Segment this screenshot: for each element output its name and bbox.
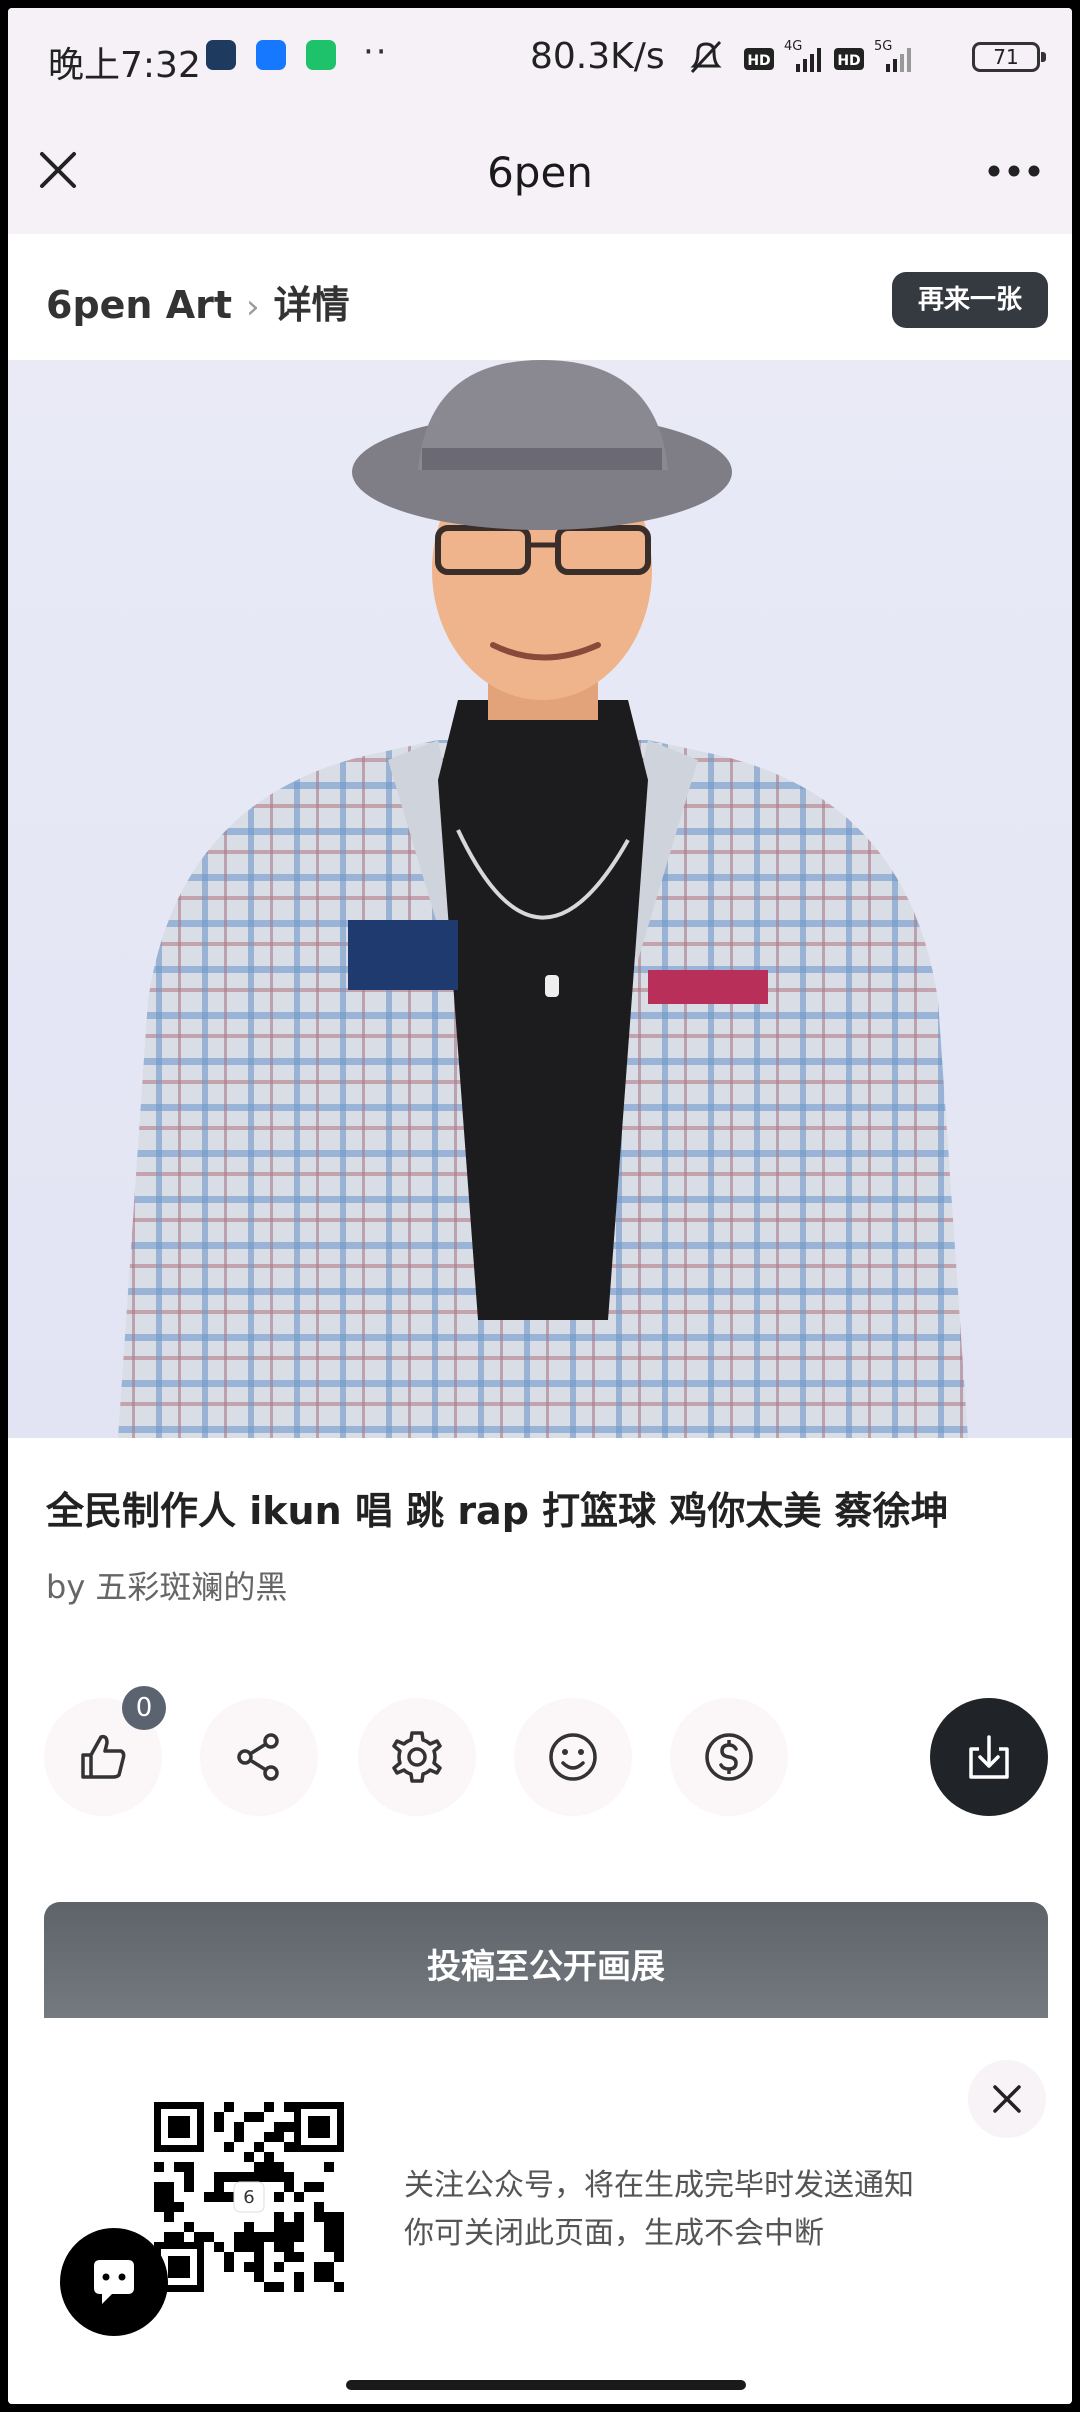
- status-time: 晚上7:32: [48, 45, 201, 86]
- svg-text:4G: 4G: [784, 39, 802, 54]
- chat-button[interactable]: [60, 2228, 168, 2336]
- follow-notice-line1: 关注公众号，将在生成完毕时发送通知: [404, 2168, 914, 2203]
- settings-button[interactable]: [358, 1698, 476, 1816]
- qr-code: 6: [154, 2102, 344, 2292]
- breadcrumb: 6pen Art › 详情: [46, 274, 350, 329]
- emoji-button[interactable]: [514, 1698, 632, 1816]
- alipay-notification-icon: [256, 40, 286, 70]
- chat-bubble-icon: [94, 2260, 134, 2304]
- download-button[interactable]: [930, 1698, 1048, 1816]
- wechat-notification-icon: [306, 40, 336, 70]
- page-title: 6pen: [487, 148, 593, 197]
- more-options-icon[interactable]: [984, 156, 1044, 186]
- action-bar: 0: [8, 1686, 1072, 1818]
- more-notifications-icon: ··: [363, 32, 389, 72]
- dollar-coin-icon: [705, 1733, 753, 1781]
- like-count-badge: 0: [122, 1686, 166, 1730]
- signal-status-icons: HD 4G HD 5G: [690, 39, 911, 74]
- close-icon: [993, 2085, 1021, 2113]
- breadcrumb-root[interactable]: 6pen Art: [46, 283, 232, 327]
- like-button[interactable]: 0: [44, 1686, 166, 1816]
- svg-text:HD: HD: [747, 53, 770, 69]
- chevron-right-icon: ›: [246, 287, 260, 327]
- artwork-author[interactable]: by 五彩斑斓的黑: [46, 1562, 287, 1608]
- signal-4g-icon: 4G: [784, 39, 821, 72]
- smiley-icon: [549, 1733, 597, 1781]
- signal-5g-icon: 5G: [874, 39, 911, 72]
- svg-text:6: 6: [243, 2187, 254, 2208]
- share-button[interactable]: [200, 1698, 318, 1816]
- mini-program-titlebar: 6pen: [8, 104, 1072, 234]
- generate-again-button[interactable]: 再来一张: [892, 272, 1048, 328]
- detail-content: 6pen Art › 详情 再来一张 全民制作人 ikun 唱 跳 rap 打篮…: [8, 234, 1072, 2404]
- svg-text:HD: HD: [837, 53, 860, 69]
- follow-account-panel: 6 关注公众号，将在生成完毕时发送通知 你可关闭此页面，生成不会中断: [8, 2018, 1072, 2378]
- home-indicator[interactable]: [346, 2380, 746, 2390]
- battery-indicator: 71: [972, 42, 1046, 72]
- phone-screen: 晚上7:32 ·· 80.3K/s HD 4G HD 5G 71 6pen 6p…: [8, 8, 1072, 2404]
- app-notification-icon: [206, 40, 236, 70]
- follow-notice-line2: 你可关闭此页面，生成不会中断: [404, 2216, 824, 2251]
- mute-bell-icon: [690, 40, 722, 74]
- download-icon: [969, 1735, 1009, 1779]
- portrait-illustration: [118, 360, 968, 1438]
- panel-close-button[interactable]: [968, 2060, 1046, 2138]
- artwork-image[interactable]: [8, 360, 1072, 1438]
- share-icon: [237, 1733, 279, 1781]
- artwork-title: 全民制作人 ikun 唱 跳 rap 打篮球 鸡你太美 蔡徐坤: [46, 1489, 949, 1533]
- follow-notice: 关注公众号，将在生成完毕时发送通知 你可关闭此页面，生成不会中断: [404, 2162, 914, 2258]
- status-bar: 晚上7:32 ·· 80.3K/s HD 4G HD 5G 71: [8, 8, 1072, 104]
- breadcrumb-current: 详情: [273, 283, 350, 327]
- submit-to-gallery-button[interactable]: 投稿至公开画展: [44, 1902, 1048, 2018]
- svg-text:5G: 5G: [874, 39, 892, 54]
- tip-button[interactable]: [670, 1698, 788, 1816]
- gear-icon: [392, 1731, 442, 1783]
- thumbs-up-icon: [81, 1734, 126, 1779]
- network-speed: 80.3K/s: [530, 36, 665, 77]
